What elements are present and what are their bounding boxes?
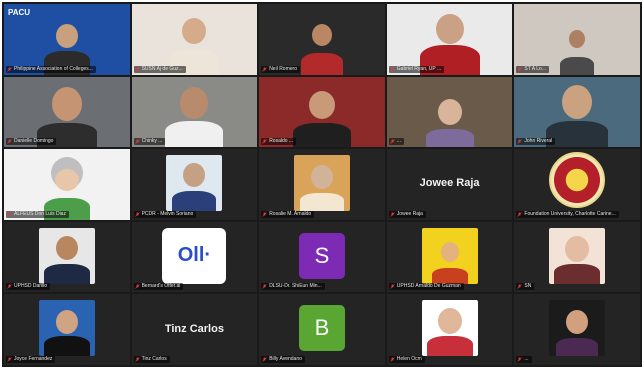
university-seal-icon bbox=[549, 152, 606, 209]
participant-name-label: UPHSD Danilo bbox=[6, 283, 51, 291]
participant-tile[interactable]: PCDR - Melvin Soriano bbox=[131, 149, 258, 220]
participant-tile[interactable]: Foundation University, Charlotte Carine.… bbox=[514, 149, 640, 220]
profile-photo bbox=[293, 155, 350, 212]
muted-microphone-icon bbox=[517, 284, 523, 290]
participant-tile[interactable]: UPHSD Arnaldo De Guzman bbox=[386, 221, 513, 293]
muted-microphone-icon bbox=[262, 139, 267, 144]
participant-name-label: Bernard's Otter.ai bbox=[133, 283, 184, 291]
participant-name-label: John Riveral bbox=[516, 138, 556, 146]
muted-microphone-icon bbox=[517, 139, 523, 144]
participant-name-label: Rosalie M. Arnaldo bbox=[261, 210, 315, 218]
participant-tile[interactable]: S DLSU-Dr. ShiEun Min... bbox=[259, 221, 385, 293]
participant-tile[interactable]: Oll· Bernard's Otter.ai bbox=[131, 221, 258, 293]
participant-tile[interactable]: UPHSD Danilo bbox=[4, 221, 130, 293]
participant-tile[interactable]: Danielle Domingo bbox=[4, 76, 130, 148]
profile-photo bbox=[38, 227, 95, 284]
participant-name-label: Helen Ocm bbox=[388, 355, 425, 363]
participant-name-label: ... bbox=[388, 138, 404, 146]
muted-microphone-icon bbox=[390, 284, 395, 290]
participant-tile[interactable]: B Billy Avendano bbox=[259, 294, 385, 365]
participant-name-label: Rosaldo ... bbox=[261, 138, 297, 146]
muted-microphone-icon bbox=[134, 357, 140, 362]
participant-name-label: Neil Romero bbox=[261, 65, 300, 73]
participant-tile[interactable]: Rosalie M. Arnaldo bbox=[259, 149, 385, 220]
participant-tile[interactable]: John Riveral bbox=[514, 76, 640, 148]
participant-initial-avatar: S bbox=[298, 232, 345, 279]
participant-tile[interactable]: Rosaldo ... bbox=[259, 76, 385, 148]
muted-microphone-icon bbox=[390, 139, 395, 144]
participant-tile[interactable]: SUSN Aj de Guz... bbox=[131, 4, 258, 75]
muted-microphone-icon bbox=[390, 212, 395, 217]
muted-microphone-icon bbox=[390, 66, 395, 72]
participant-tile[interactable]: ... bbox=[386, 76, 513, 148]
profile-photo bbox=[549, 300, 606, 357]
muted-microphone-icon bbox=[262, 284, 267, 290]
participant-display-name: Jowee Raja bbox=[419, 177, 480, 190]
muted-microphone-icon bbox=[262, 212, 267, 217]
participant-tile[interactable]: Joyce Fernandez bbox=[4, 294, 130, 365]
profile-photo bbox=[421, 227, 478, 284]
participant-name-label: DLSU-Dr. ShiEun Min... bbox=[261, 283, 325, 291]
participant-tile[interactable]: Helen Ocm bbox=[386, 294, 513, 365]
profile-photo bbox=[38, 300, 95, 357]
participant-name-label: UPHSD Arnaldo De Guzman bbox=[388, 283, 464, 291]
participant-name-label: PCDR - Melvin Soriano bbox=[133, 210, 197, 218]
organization-logo: PACU bbox=[8, 8, 31, 17]
participant-initial-avatar: B bbox=[298, 305, 345, 352]
participant-tile[interactable]: ... bbox=[514, 294, 640, 365]
participant-name-label: SN bbox=[516, 283, 535, 291]
muted-microphone-icon bbox=[517, 212, 523, 217]
participant-tile[interactable]: Jowee Raja Jowee Raja bbox=[386, 149, 513, 220]
participant-name-label: Joyce Fernandez bbox=[6, 355, 56, 363]
participant-tile[interactable]: Neil Romero bbox=[259, 4, 385, 75]
participant-name-label: Chinky ... bbox=[133, 138, 166, 146]
muted-microphone-icon bbox=[262, 357, 267, 362]
muted-microphone-icon bbox=[7, 66, 12, 72]
participant-name-label: Jowee Raja bbox=[388, 210, 426, 218]
participant-tile[interactable]: Tinz Carlos Tinz Carlos bbox=[131, 294, 258, 365]
participant-name-label: Philippine Association of Colleges... bbox=[6, 65, 96, 73]
muted-microphone-icon bbox=[7, 357, 12, 362]
participant-display-name: Tinz Carlos bbox=[164, 322, 224, 335]
participant-name-label: ALFEUS Don Luis Diaz bbox=[6, 210, 69, 218]
participant-tile[interactable]: Gabriel Ryan, UP ... bbox=[386, 4, 513, 75]
muted-microphone-icon bbox=[134, 284, 140, 290]
participant-name-label: Danielle Domingo bbox=[6, 138, 57, 146]
participant-tile[interactable]: PACU Philippine Association of Colleges.… bbox=[4, 4, 130, 75]
profile-photo bbox=[421, 300, 478, 357]
profile-photo bbox=[166, 155, 223, 212]
participant-name-label: ST A Lo... bbox=[516, 65, 549, 73]
muted-microphone-icon bbox=[134, 139, 140, 144]
participant-name-label: SUSN Aj de Guz... bbox=[133, 65, 186, 73]
profile-photo bbox=[549, 227, 606, 284]
muted-microphone-icon bbox=[134, 66, 140, 72]
participant-name-label: Foundation University, Charlotte Carine.… bbox=[516, 210, 619, 218]
muted-microphone-icon bbox=[262, 66, 267, 72]
otter-ai-logo: Oll· bbox=[162, 227, 227, 284]
muted-microphone-icon bbox=[7, 212, 12, 217]
participant-name-label: Tinz Carlos bbox=[133, 355, 170, 363]
participant-tile[interactable]: SN bbox=[514, 221, 640, 293]
participant-tile[interactable]: ALFEUS Don Luis Diaz bbox=[4, 149, 130, 220]
muted-microphone-icon bbox=[7, 139, 12, 144]
participant-tile[interactable]: ST A Lo... bbox=[514, 4, 640, 75]
muted-microphone-icon bbox=[517, 357, 523, 362]
muted-microphone-icon bbox=[390, 357, 395, 362]
participant-tile[interactable]: Chinky ... bbox=[131, 76, 258, 148]
participant-name-label: Gabriel Ryan, UP ... bbox=[388, 65, 445, 73]
muted-microphone-icon bbox=[134, 212, 140, 217]
muted-microphone-icon bbox=[517, 66, 523, 72]
video-gallery: PACU Philippine Association of Colleges.… bbox=[2, 2, 642, 367]
participant-name-label: Billy Avendano bbox=[261, 355, 305, 363]
muted-microphone-icon bbox=[7, 284, 12, 290]
participant-name-label: ... bbox=[516, 355, 532, 363]
